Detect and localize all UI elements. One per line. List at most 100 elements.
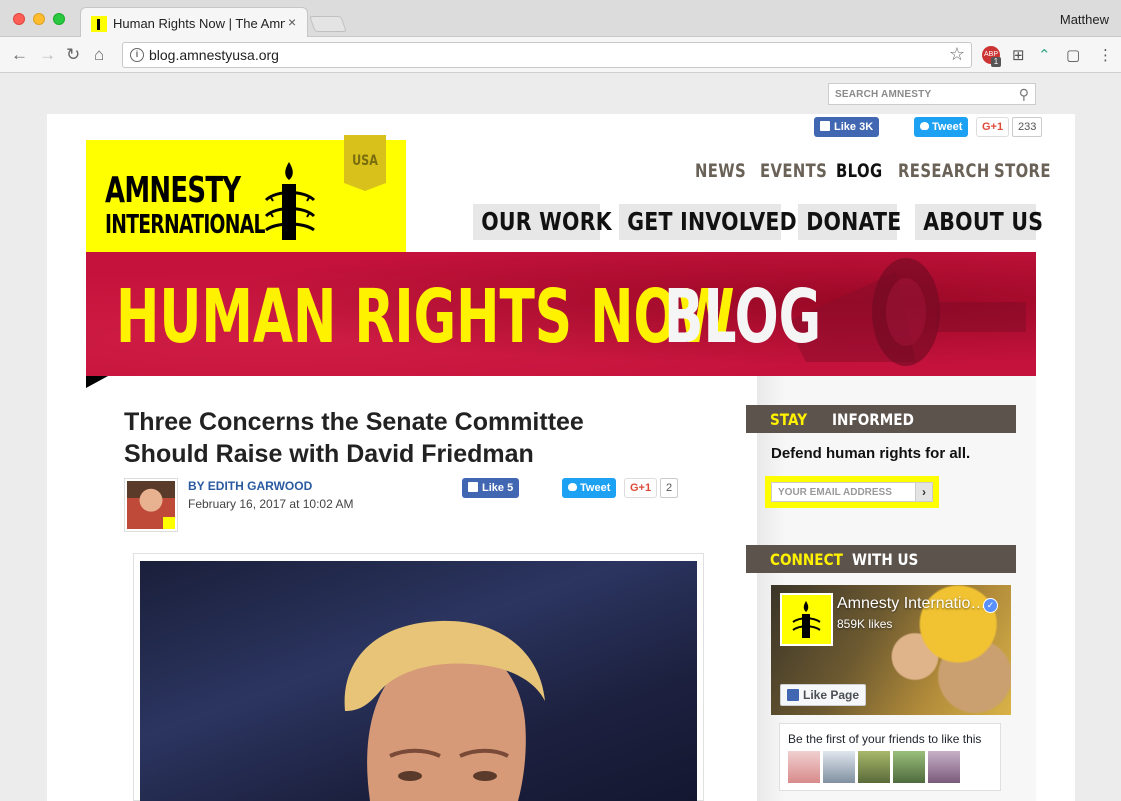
new-tab-button[interactable]	[309, 16, 347, 32]
back-arrow-icon[interactable]: ←	[11, 43, 28, 67]
browser-tab[interactable]: Human Rights Now | The Amnesty ×	[80, 7, 308, 38]
post-date: February 16, 2017 at 10:02 AM	[188, 497, 354, 511]
home-icon[interactable]: ⌂	[94, 43, 104, 67]
post-google-plus-count: 2	[660, 478, 679, 498]
friend-avatar[interactable]	[858, 751, 890, 783]
like-page-label: Like Page	[803, 688, 860, 702]
grid-extension-icon[interactable]: ⊞	[1012, 46, 1025, 64]
usa-label: USA	[352, 153, 378, 169]
like-label: Like	[834, 121, 857, 133]
twitter-bird-icon	[568, 483, 577, 491]
info-icon[interactable]: i	[130, 48, 144, 62]
logo-line-1: AMNESTY	[105, 170, 241, 211]
minimize-window-button[interactable]	[33, 13, 45, 25]
facebook-page-name[interactable]: Amnesty International USA	[837, 595, 987, 613]
browser-toolbar: ← → ↻ ⌂ i blog.amnestyusa.org ☆ ⊞ ⌃ ▢ ⋮	[0, 37, 1121, 73]
thumbs-up-icon	[468, 482, 478, 492]
friend-avatar[interactable]	[893, 751, 925, 783]
like-count: 3K	[859, 121, 874, 133]
post-title[interactable]: Three Concerns the Senate Committee Shou…	[124, 406, 644, 470]
twitter-bird-icon	[920, 122, 929, 130]
facebook-icon	[787, 689, 799, 701]
google-plus-button[interactable]: G+1	[976, 117, 1010, 137]
profile-name[interactable]: Matthew	[1060, 12, 1109, 27]
search-icon[interactable]: ⚲	[1019, 86, 1029, 103]
mainnav-about-us[interactable]: ABOUT US	[915, 204, 1044, 240]
mainnav-about-us-label: ABOUT US	[923, 207, 1044, 236]
banner-title-white: BLOG	[664, 274, 822, 360]
mainnav-get-involved[interactable]: GET INVOLVED	[619, 204, 797, 240]
portrait-photo	[344, 620, 545, 801]
facebook-friends-text: Be the first of your friends to like thi…	[788, 732, 982, 746]
reload-icon[interactable]: ↻	[66, 43, 80, 67]
banner-title-yellow: HUMAN RIGHTS NOW	[116, 274, 735, 360]
post-tweet-button[interactable]: Tweet	[562, 478, 617, 498]
post-like-label: Like	[482, 482, 505, 494]
browser-tab-bar: Human Rights Now | The Amnesty × Matthew	[0, 0, 1121, 38]
site-search: ⚲	[828, 83, 1036, 105]
address-bar[interactable]: i blog.amnestyusa.org ☆	[122, 42, 972, 68]
author-link[interactable]: BY EDITH GARWOOD	[188, 479, 312, 493]
topnav-blog[interactable]: BLOG	[836, 160, 883, 182]
facebook-like-page-button[interactable]: Like Page	[780, 684, 867, 706]
post-google-plus-button[interactable]: G+1	[624, 478, 658, 498]
candle-icon	[792, 601, 821, 638]
post-like-count: 5	[507, 482, 514, 494]
stay-informed-white: INFORMED	[832, 410, 914, 429]
banner-fold-decoration	[86, 376, 108, 388]
amnesty-favicon-icon	[91, 16, 107, 32]
hero-image[interactable]	[140, 561, 697, 801]
facebook-like-button[interactable]: Like 3K	[814, 117, 880, 137]
friend-avatar[interactable]	[928, 751, 960, 783]
author-photo-image	[127, 481, 175, 529]
tweet-label: Tweet	[932, 121, 963, 133]
search-input[interactable]	[835, 89, 1005, 100]
facebook-likes-count: 859K likes	[837, 617, 893, 631]
stay-informed-header: STAY INFORMED	[746, 405, 1016, 433]
stay-informed-yellow: STAY	[770, 410, 808, 429]
thumbs-up-icon	[820, 121, 830, 131]
google-plus-count: 233	[1012, 117, 1043, 137]
menu-kebab-icon[interactable]: ⋮	[1098, 46, 1113, 64]
tab-title: Human Rights Now | The Amnesty	[113, 16, 285, 31]
email-signup: ›	[765, 476, 939, 508]
topnav-store[interactable]: STORE	[994, 160, 1051, 182]
close-window-button[interactable]	[13, 13, 25, 25]
post-facebook-like-button[interactable]: Like 5	[462, 478, 520, 498]
facebook-page-plugin[interactable]: Amnesty International USA ✓ 859K likes L…	[771, 585, 1011, 715]
bookmark-star-icon[interactable]: ☆	[949, 44, 965, 65]
email-submit-button[interactable]: ›	[915, 482, 933, 502]
mainnav-our-work-label: OUR WORK	[481, 207, 612, 236]
stay-informed-text: Defend human rights for all.	[771, 445, 971, 462]
connect-white: WITH US	[852, 550, 919, 569]
topnav-events[interactable]: EVENTS	[760, 160, 827, 182]
blog-banner[interactable]: HUMAN RIGHTS NOW BLOG	[86, 252, 1036, 376]
topnav-news[interactable]: NEWS	[695, 160, 746, 182]
email-field[interactable]	[771, 482, 916, 502]
mainnav-donate-label: DONATE	[806, 207, 902, 236]
mainnav-our-work[interactable]: OUR WORK	[473, 204, 612, 240]
logo-line-2: INTERNATIONAL	[105, 210, 265, 240]
url-text[interactable]: blog.amnestyusa.org	[149, 47, 279, 63]
author-avatar[interactable]	[124, 478, 178, 532]
verified-check-icon: ✓	[983, 598, 998, 613]
mainnav-get-involved-label: GET INVOLVED	[627, 207, 797, 236]
facebook-friends-box: Be the first of your friends to like thi…	[779, 723, 1001, 791]
usa-flag-badge: USA	[344, 135, 386, 191]
forward-arrow-icon[interactable]: →	[39, 43, 56, 67]
color-extension-icon[interactable]: ⌃	[1038, 46, 1051, 64]
mainnav-donate[interactable]: DONATE	[798, 204, 902, 240]
zoom-window-button[interactable]	[53, 13, 65, 25]
blank-extension-icon[interactable]: ▢	[1066, 46, 1080, 64]
adblock-count-badge: 1	[991, 57, 1001, 67]
topnav-research[interactable]: RESEARCH	[898, 160, 990, 182]
facebook-page-logo[interactable]	[780, 593, 833, 646]
connect-header: CONNECT WITH US	[746, 545, 1016, 573]
friend-avatar[interactable]	[823, 751, 855, 783]
friend-avatar[interactable]	[788, 751, 820, 783]
tweet-button[interactable]: Tweet	[914, 117, 969, 137]
connect-yellow: CONNECT	[770, 550, 843, 569]
tab-close-icon[interactable]: ×	[288, 14, 296, 30]
post-tweet-label: Tweet	[580, 482, 611, 494]
candle-barbed-wire-icon	[264, 162, 316, 240]
